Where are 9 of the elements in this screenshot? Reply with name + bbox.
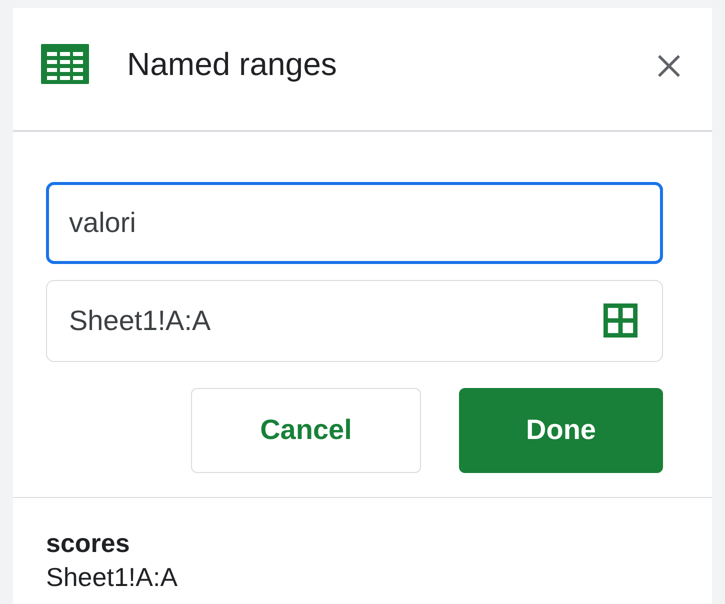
done-button[interactable]: Done <box>459 388 663 472</box>
name-field[interactable]: valori <box>46 182 663 264</box>
cancel-button[interactable]: Cancel <box>191 388 421 472</box>
range-name[interactable]: scores <box>46 526 130 560</box>
spreadsheet-icon <box>41 44 89 84</box>
panel-title: Named ranges <box>127 46 338 82</box>
select-range-icon[interactable] <box>602 302 639 338</box>
range-field[interactable]: Sheet1!A:A <box>46 280 663 362</box>
range-reference: Sheet1!A:A <box>46 561 178 594</box>
